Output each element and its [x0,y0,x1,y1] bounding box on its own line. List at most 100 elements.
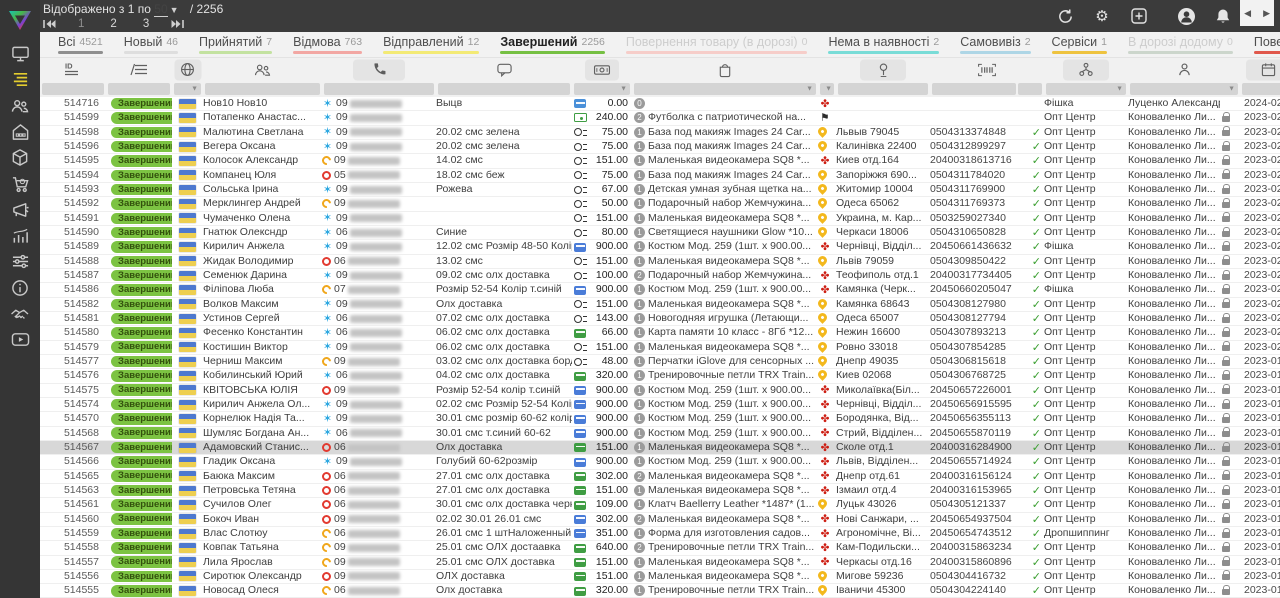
add-order-icon[interactable] [1129,6,1149,26]
table-row[interactable]: 514579 Завершений Костишин Виктор 09 06.… [40,341,1280,355]
table-row[interactable]: 514590 Завершений Гнатюк Олексндр 06 Син… [40,226,1280,240]
column-sales-channel[interactable] [1044,58,1128,81]
table-row[interactable]: 514592 Завершений Мерклингер Андрей 09 5… [40,197,1280,211]
column-status[interactable] [106,58,172,81]
table-row[interactable]: 514596 Завершений Вегера Оксана 09 20.02… [40,140,1280,154]
tab-нема-в-наявності[interactable]: Нема в наявності2 [828,32,939,57]
filter-phone[interactable] [324,83,434,95]
tab-відправлений[interactable]: Відправлений12 [383,32,479,57]
table-row[interactable]: 514559 Завершений Влас Слотюу 06 26.01 с… [40,527,1280,541]
tab-в-дорозі-додому[interactable]: В дорозі додому0 [1128,32,1233,57]
column-payment[interactable] [572,58,632,81]
page-number-2[interactable]: 2 [110,18,116,30]
procurement-cart-icon[interactable] [6,174,34,193]
column-carrier[interactable] [818,58,836,81]
table-row[interactable]: 514557 Завершений Лила Ярослав 09 25.01 … [40,556,1280,570]
per-page-select[interactable]: 50 [154,2,167,17]
table-row[interactable]: 514574 Завершений Кирилич Анжела Ол... 0… [40,398,1280,412]
table-row[interactable]: 514563 Завершений Петровська Тетяна 06 2… [40,484,1280,498]
filter-status[interactable] [108,83,170,95]
filter-ttn-status[interactable] [1018,83,1042,95]
settings-sliders-icon[interactable] [6,252,34,271]
tab-повернення-завершений-[interactable]: Повернення (завершений)125 [1254,32,1280,57]
filter-product[interactable]: ▼ [634,83,816,95]
filter-date[interactable] [1242,83,1280,95]
table-row[interactable]: 514580 Завершений Фесенко Константин 06 … [40,326,1280,340]
tab-новый[interactable]: Новый46 [124,32,178,57]
filter-country[interactable]: ▼ [174,83,201,95]
refresh-icon[interactable] [1055,6,1075,26]
statistics-chart-icon[interactable] [6,226,34,245]
table-row[interactable]: 514599 Завершений Потапенко Анастас... 0… [40,111,1280,125]
tab-сервіси[interactable]: Сервіси1 [1052,32,1107,57]
table-row[interactable]: 514594 Завершений Компанец Юля 05 18.02 … [40,169,1280,183]
column-date[interactable] [1240,58,1280,81]
tabs-scroll-left-icon[interactable]: ◀ [1244,8,1251,19]
filter-carrier[interactable]: ▼ [820,83,834,95]
table-row[interactable]: 514560 Завершений Бокоч Иван 09 02.02 30… [40,513,1280,527]
table-row[interactable]: 514568 Завершений Шумляс Богдана Ан... 0… [40,427,1280,441]
column-location[interactable] [836,58,930,81]
filter-channel[interactable]: ▼ [1046,83,1126,95]
table-row[interactable]: 514581 Завершений Устинов Сергей 06 07.0… [40,312,1280,326]
column-product[interactable] [632,58,818,81]
page-number-1[interactable]: 1 [78,18,84,30]
table-row[interactable]: 514558 Завершений Ковпак Татьяна 09 25.0… [40,541,1280,555]
company-icon[interactable] [6,122,34,141]
column-manager[interactable] [1128,58,1240,81]
table-row[interactable]: 514555 Завершений Новосад Олеся 06 Олх д… [40,584,1280,598]
table-row[interactable]: 514716 Завершений Нов10 Нов10 09 Выцв 0.… [40,97,1280,111]
tab-повернення-товару-в-дорозі-[interactable]: Повернення товару (в дорозі)0 [626,32,808,57]
table-row[interactable]: 514570 Завершений Корнелюк Надія Та... 0… [40,412,1280,426]
first-page-button[interactable] [43,19,56,29]
table-row[interactable]: 514586 Завершений Філіпова Люба 07 Розмі… [40,283,1280,297]
filter-ttn[interactable] [932,83,1016,95]
app-logo-icon[interactable] [0,0,40,40]
table-row[interactable]: 514582 Завершений Волков Максим 09 Олх д… [40,298,1280,312]
column-client[interactable] [203,58,322,81]
table-row[interactable]: 514561 Завершений Сучилов Олег 06 30.01 … [40,498,1280,512]
last-page-button[interactable] [171,19,184,29]
dashboard-monitor-icon[interactable] [6,44,34,63]
column-id[interactable]: ID [40,58,106,81]
tab-всі[interactable]: Всі4521 [58,32,103,57]
tab-прийнятий[interactable]: Прийнятий7 [199,32,272,57]
marketing-megaphone-icon[interactable] [6,200,34,219]
tab-завершений[interactable]: Завершений2256 [500,32,605,57]
filter-client[interactable] [205,83,320,95]
partners-handshake-icon[interactable] [6,304,34,323]
column-phone[interactable] [322,58,436,81]
table-row[interactable]: 514588 Завершений Жидак Володимир 06 13.… [40,255,1280,269]
column-tracking-number[interactable] [930,58,1044,81]
filter-payment[interactable]: ▼ [574,83,630,95]
table-row[interactable]: 514556 Завершений Сиротюк Олександр 09 О… [40,570,1280,584]
tab-самовивіз[interactable]: Самовивіз2 [960,32,1030,57]
table-row[interactable]: 514589 Завершений Кирилич Анжела 09 12.0… [40,240,1280,254]
filter-id[interactable] [42,83,104,95]
orders-list-icon[interactable] [6,70,34,89]
user-avatar-icon[interactable] [1176,6,1196,26]
table-row[interactable]: 514587 Завершений Семенюк Дарина 09 09.0… [40,269,1280,283]
bell-icon[interactable] [1213,6,1233,26]
tab-відмова[interactable]: Відмова763 [293,32,362,57]
table-row[interactable]: 514598 Завершений Малютина Светлана 09 2… [40,126,1280,140]
products-box-icon[interactable] [6,148,34,167]
filter-location[interactable] [838,83,928,95]
gear-icon[interactable]: ⚙ [1092,6,1112,26]
table-row[interactable]: 514593 Завершений Сольська Ірина 09 Роже… [40,183,1280,197]
table-row[interactable]: 514567 Завершений Адамовский Станис... 0… [40,441,1280,455]
table-row[interactable]: 514566 Завершений Гладик Оксана 09 Голуб… [40,455,1280,469]
table-row[interactable]: 514565 Завершений Баюка Максим 06 27.01 … [40,470,1280,484]
page-number-3[interactable]: 3 [143,18,149,30]
column-comment[interactable] [436,58,572,81]
table-row[interactable]: 514595 Завершений Колосок Александр 09 1… [40,154,1280,168]
column-country[interactable] [172,58,203,81]
info-icon[interactable] [6,278,34,297]
filter-manager[interactable]: ▼ [1130,83,1238,95]
tabs-scroll-right-icon[interactable]: ▶ [1263,8,1270,19]
table-row[interactable]: 514576 Завершений Кобилинський Юрий 06 0… [40,369,1280,383]
table-row[interactable]: 514577 Завершений Черниш Максим 09 03.02… [40,355,1280,369]
table-row[interactable]: 514575 Завершений КВІТОВСЬКА ЮЛІЯ 09 Роз… [40,384,1280,398]
clients-icon[interactable] [6,96,34,115]
video-tutorials-icon[interactable] [6,330,34,349]
